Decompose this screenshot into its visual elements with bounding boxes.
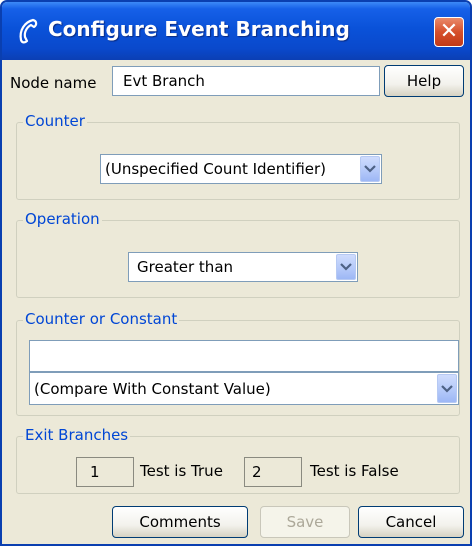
constant-value-input[interactable] — [29, 340, 459, 372]
title-bar[interactable]: Configure Event Branching ✕ — [2, 2, 470, 60]
counter-select[interactable]: (Unspecified Count Identifier) — [100, 154, 382, 184]
operation-legend: Operation — [23, 210, 102, 228]
cancel-button[interactable]: Cancel — [358, 506, 464, 538]
compare-mode-select[interactable]: (Compare With Constant Value) — [29, 372, 459, 405]
compare-mode-selected-value: (Compare With Constant Value) — [34, 379, 271, 398]
counter-legend: Counter — [23, 112, 87, 130]
close-icon: ✕ — [439, 19, 459, 44]
counter-selected-value: (Unspecified Count Identifier) — [105, 160, 327, 178]
node-name-value: Evt Branch — [123, 72, 205, 90]
exit-true-index: 1 — [76, 457, 134, 487]
chevron-down-icon[interactable] — [336, 254, 356, 280]
exit-false-label: Test is False — [310, 462, 399, 480]
exit-false-index-value: 2 — [252, 463, 262, 481]
chevron-down-icon[interactable] — [437, 374, 457, 403]
exit-true-label: Test is True — [140, 462, 223, 480]
help-button[interactable]: Help — [384, 65, 464, 97]
exit-false-index: 2 — [244, 457, 302, 487]
close-button[interactable]: ✕ — [434, 17, 464, 47]
exit-true-index-value: 1 — [90, 463, 100, 481]
phone-handset-icon — [16, 16, 40, 46]
window-title: Configure Event Branching — [48, 17, 350, 41]
exit-branches-legend: Exit Branches — [23, 426, 131, 444]
node-name-input[interactable]: Evt Branch — [112, 66, 380, 96]
configure-event-branching-dialog: Configure Event Branching ✕ Node name Ev… — [0, 0, 472, 546]
operation-select[interactable]: Greater than — [128, 252, 358, 282]
chevron-down-icon[interactable] — [360, 156, 380, 182]
comments-button[interactable]: Comments — [112, 506, 248, 538]
operation-selected-value: Greater than — [137, 258, 234, 276]
counter-or-constant-legend: Counter or Constant — [23, 310, 180, 328]
node-name-label: Node name — [10, 74, 97, 92]
save-button[interactable]: Save — [260, 506, 350, 538]
